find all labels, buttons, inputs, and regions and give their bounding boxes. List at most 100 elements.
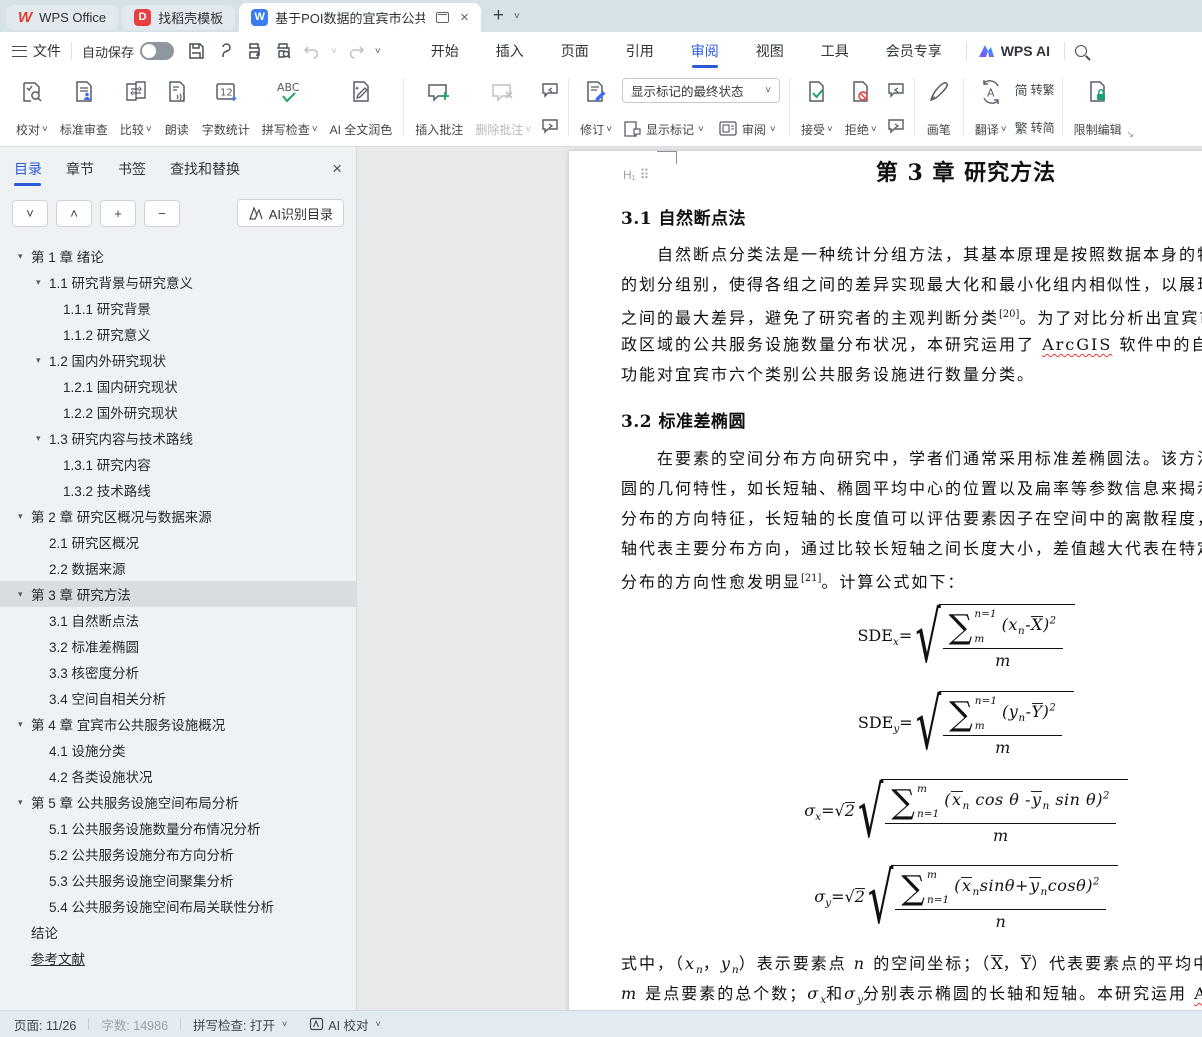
file-menu[interactable]: 文件: [33, 41, 61, 61]
expand-arrow-icon[interactable]: ▾: [18, 719, 31, 730]
track-changes-button[interactable]: 修订˅: [574, 74, 618, 144]
wps-ai-button[interactable]: WPS AI: [977, 43, 1050, 59]
tab-docer-templates[interactable]: D 找稻壳模板: [122, 5, 235, 30]
delete-comment-button[interactable]: 删除批注˅: [469, 74, 537, 144]
toc-item[interactable]: ▾5.1 公共服务设施数量分布情况分析: [0, 815, 356, 841]
toc-item[interactable]: ▾第 3 章 研究方法: [0, 581, 356, 607]
toc-item[interactable]: 1.1.1 研究背景: [0, 295, 356, 321]
sidebar-tab-chapters[interactable]: 章节: [66, 147, 94, 191]
toc-item[interactable]: ▾第 4 章 宜宾市公共服务设施概况: [0, 711, 356, 737]
ai-detect-toc-button[interactable]: AI识别目录: [237, 199, 344, 227]
toc-item[interactable]: 1.3.2 技术路线: [0, 477, 356, 503]
ai-polish-button[interactable]: AI 全文润色: [324, 74, 399, 144]
toc-item[interactable]: ▾4.2 各类设施状况: [0, 763, 356, 789]
float-window-icon[interactable]: [436, 12, 449, 23]
read-aloud-button[interactable]: 朗读: [158, 74, 196, 144]
new-tab-button[interactable]: +: [493, 5, 504, 27]
toc-item[interactable]: ▾2.2 数据来源: [0, 555, 356, 581]
next-change-icon[interactable]: [885, 116, 907, 136]
menu-item-member[interactable]: 会员专享: [884, 32, 944, 70]
expand-arrow-icon[interactable]: ▾: [18, 589, 31, 600]
document-page[interactable]: H₁ ⠿ 第 3 章 研究方法 3.1 自然断点法 自然断点分类法是一种统计分组…: [569, 151, 1202, 1010]
redo-icon[interactable]: [346, 41, 366, 61]
format-painter-icon[interactable]: [215, 41, 235, 61]
toc-collapse-button[interactable]: −: [144, 200, 180, 227]
menu-item-review[interactable]: 审阅: [689, 32, 721, 70]
group-expand-icon[interactable]: ↘: [1126, 129, 1134, 140]
expand-arrow-icon[interactable]: ▾: [18, 251, 31, 262]
toc-item[interactable]: 1.1.2 研究意义: [0, 321, 356, 347]
undo-chevron-icon[interactable]: ˅: [331, 46, 337, 57]
save-icon[interactable]: [186, 41, 206, 61]
review-pane-button[interactable]: 审阅˅: [718, 120, 776, 138]
proofread-button[interactable]: 校对˅: [10, 74, 54, 144]
toc-item[interactable]: ▾5.2 公共服务设施分布方向分析: [0, 841, 356, 867]
toc-item[interactable]: 1.2.2 国外研究现状: [0, 399, 356, 425]
toc-prev-button[interactable]: ˄: [56, 200, 92, 227]
expand-arrow-icon[interactable]: ▾: [36, 355, 49, 366]
insert-comment-button[interactable]: 插入批注: [409, 74, 469, 144]
undo-icon[interactable]: [302, 41, 322, 61]
accept-changes-button[interactable]: 接受˅: [795, 74, 839, 144]
trad-to-simp-button[interactable]: 繁转简: [1015, 118, 1055, 137]
toc-item[interactable]: ▾3.3 核密度分析: [0, 659, 356, 685]
spellcheck-status[interactable]: 拼写检查: 打开˅: [193, 1015, 287, 1034]
spell-check-button[interactable]: ABC 拼写检查˅: [256, 74, 324, 144]
sidebar-tab-find-replace[interactable]: 查找和替换: [170, 147, 240, 191]
toc-item[interactable]: ▾5.3 公共服务设施空间聚集分析: [0, 867, 356, 893]
sidebar-tab-contents[interactable]: 目录: [14, 147, 42, 191]
menu-item-insert[interactable]: 插入: [494, 32, 526, 70]
close-tab-icon[interactable]: ×: [460, 9, 469, 26]
tab-current-document[interactable]: W 基于POI数据的宜宾市公共服 ×: [239, 3, 481, 32]
ink-pen-button[interactable]: 画笔: [920, 74, 958, 144]
menu-item-home[interactable]: 开始: [429, 32, 461, 70]
toc-item[interactable]: ▾3.1 自然断点法: [0, 607, 356, 633]
expand-arrow-icon[interactable]: ▾: [18, 511, 31, 522]
toc-item[interactable]: ▾2.1 研究区概况: [0, 529, 356, 555]
toc-expand-button[interactable]: +: [100, 200, 136, 227]
restrict-editing-button[interactable]: 限制编辑: [1068, 74, 1128, 144]
menu-item-page[interactable]: 页面: [559, 32, 591, 70]
toc-item[interactable]: ▾1.3 研究内容与技术路线: [0, 425, 356, 451]
standard-review-button[interactable]: 标准审查: [54, 74, 114, 144]
toc-item[interactable]: 1.2.1 国内研究现状: [0, 373, 356, 399]
hamburger-icon[interactable]: [12, 46, 27, 57]
show-marks-button[interactable]: 显示标记˅: [622, 120, 704, 138]
expand-arrow-icon[interactable]: ▾: [36, 433, 49, 444]
reject-changes-button[interactable]: 拒绝˅: [839, 74, 883, 144]
tab-wps-office[interactable]: W WPS Office: [6, 5, 118, 30]
previous-comment-icon[interactable]: [539, 80, 561, 100]
print-icon[interactable]: [244, 41, 264, 61]
ai-proofread-status[interactable]: AI 校对˅: [309, 1015, 381, 1034]
quickbar-chevron-icon[interactable]: ˅: [375, 46, 381, 57]
page-indicator[interactable]: 页面: 11/26: [14, 1015, 76, 1034]
toc-item[interactable]: ▾结论: [0, 919, 356, 945]
sidebar-tab-bookmarks[interactable]: 书签: [118, 147, 146, 191]
toc-item[interactable]: ▾4.1 设施分类: [0, 737, 356, 763]
toc-item[interactable]: ▾第 2 章 研究区概况与数据来源: [0, 503, 356, 529]
search-icon[interactable]: [1075, 45, 1087, 57]
previous-change-icon[interactable]: [885, 80, 907, 100]
toc-item[interactable]: ▾1.1 研究背景与研究意义: [0, 269, 356, 295]
expand-arrow-icon[interactable]: ▾: [36, 277, 49, 288]
toc-item[interactable]: ▾第 1 章 绪论: [0, 243, 356, 269]
simp-to-trad-button[interactable]: 简转繁: [1015, 80, 1055, 99]
marks-state-dropdown[interactable]: 显示标记的最终状态 ˅: [622, 78, 780, 103]
print-preview-icon[interactable]: [273, 41, 293, 61]
toc-item[interactable]: ▾参考文献: [0, 945, 356, 971]
word-count-button[interactable]: 12 字数统计: [196, 74, 256, 144]
menu-item-view[interactable]: 视图: [754, 32, 786, 70]
toc-item[interactable]: ▾第 5 章 公共服务设施空间布局分析: [0, 789, 356, 815]
word-count-indicator[interactable]: 字数: 14986: [101, 1015, 168, 1034]
toc-item[interactable]: ▾1.2 国内外研究现状: [0, 347, 356, 373]
toc-next-button[interactable]: ˅: [12, 200, 48, 227]
toc-item[interactable]: ▾5.4 公共服务设施空间布局关联性分析: [0, 893, 356, 919]
menu-item-tools[interactable]: 工具: [819, 32, 851, 70]
translate-button[interactable]: A 翻译˅: [969, 74, 1013, 144]
toc-item[interactable]: ▾3.4 空间自相关分析: [0, 685, 356, 711]
tab-list-chevron-icon[interactable]: ˅: [514, 11, 520, 22]
autosave-toggle[interactable]: [140, 42, 174, 60]
next-comment-icon[interactable]: [539, 116, 561, 136]
compare-button[interactable]: 比较˅: [114, 74, 158, 144]
expand-arrow-icon[interactable]: ▾: [18, 797, 31, 808]
